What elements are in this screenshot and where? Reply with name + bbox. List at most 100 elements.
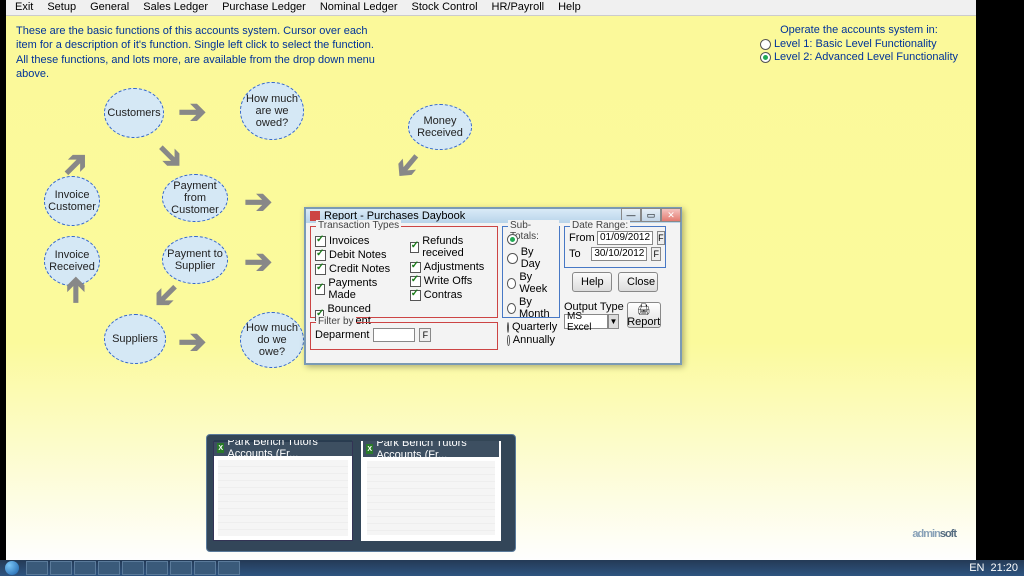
report-dialog: Report - Purchases Daybook — ▭ ✕ Transac… [304, 207, 682, 365]
maximize-button[interactable]: ▭ [641, 208, 661, 222]
from-date-input[interactable]: 01/09/2012 [597, 231, 653, 245]
chk-debit-notes[interactable]: Debit Notes [315, 249, 402, 261]
clock[interactable]: 21:20 [990, 562, 1018, 574]
radio-icon [507, 335, 510, 346]
chk-contras[interactable]: Contras [410, 289, 493, 301]
bubble-payment-to-supplier[interactable]: Payment to Supplier [162, 236, 228, 284]
taskbar-item[interactable] [50, 561, 72, 575]
arrow-icon: ➔ [55, 276, 95, 305]
menu-sales-ledger[interactable]: Sales Ledger [136, 0, 215, 15]
department-label: Deparment [315, 329, 369, 341]
dropdown-icon[interactable]: ▼ [608, 314, 619, 329]
chk-credit-notes[interactable]: Credit Notes [315, 263, 402, 275]
canvas: These are the basic functions of this ac… [6, 16, 976, 560]
taskbar-item[interactable] [26, 561, 48, 575]
chk-adjustments[interactable]: Adjustments [410, 261, 493, 273]
taskbar-item[interactable] [194, 561, 216, 575]
output-type-select[interactable]: MS Excel [564, 314, 608, 329]
chk-write-offs[interactable]: Write Offs [410, 275, 493, 287]
bubble-how-owe[interactable]: How much do we owe? [240, 312, 304, 368]
department-field[interactable] [373, 328, 415, 342]
checkbox-icon [315, 250, 326, 261]
menu-purchase-ledger[interactable]: Purchase Ledger [215, 0, 313, 15]
level-2-label: Level 2: Advanced Level Functionality [774, 51, 958, 63]
taskbar: EN 21:20 [0, 560, 1024, 576]
checkbox-icon [410, 242, 419, 253]
preview-window-b[interactable]: XPark Bench Tutors Accounts (Fr... [361, 441, 501, 541]
department-lookup-button[interactable]: F [419, 328, 431, 342]
bubble-how-owed[interactable]: How much are we owed? [240, 82, 304, 140]
bubble-customers[interactable]: Customers [104, 88, 164, 138]
arrow-icon: ➔ [178, 92, 207, 132]
bubble-suppliers[interactable]: Suppliers [104, 314, 166, 364]
fieldset-legend: Date Range: [570, 220, 630, 231]
bubble-invoice-customer[interactable]: Invoice Customer [44, 176, 100, 226]
level-1-label: Level 1: Basic Level Functionality [774, 38, 937, 50]
start-button[interactable] [0, 560, 24, 576]
windows-icon [5, 561, 19, 575]
level-1-row[interactable]: Level 1: Basic Level Functionality [760, 38, 958, 50]
rad-by-month[interactable]: By Month [507, 296, 555, 320]
menu-setup[interactable]: Setup [40, 0, 83, 15]
rad-quarterly[interactable]: Quarterly [507, 321, 555, 333]
report-button[interactable]: 🖨 Report [627, 302, 661, 328]
chk-invoices[interactable]: Invoices [315, 235, 402, 247]
menu-hr-payroll[interactable]: HR/Payroll [485, 0, 552, 15]
taskbar-item[interactable] [170, 561, 192, 575]
close-button[interactable]: ✕ [661, 208, 681, 222]
spreadsheet-thumbnail [367, 461, 495, 535]
menu-exit[interactable]: Exit [8, 0, 40, 15]
radio-icon [760, 52, 771, 63]
chk-payments-made[interactable]: Payments Made [315, 277, 402, 301]
level-select: Operate the accounts system in: Level 1:… [760, 24, 958, 63]
close-dialog-button[interactable]: Close [618, 272, 658, 292]
taskbar-item[interactable] [74, 561, 96, 575]
arrow-icon: ➔ [178, 322, 207, 362]
intro-text: These are the basic functions of this ac… [16, 24, 376, 81]
language-indicator[interactable]: EN [969, 562, 984, 574]
preview-window-a[interactable]: XPark Bench Tutors Accounts (Fr... [213, 441, 353, 541]
rad-by-day[interactable]: By Day [507, 246, 555, 270]
filter-by-fieldset: Filter by Deparment F [310, 322, 498, 350]
menu-help[interactable]: Help [551, 0, 588, 15]
excel-icon: X [366, 444, 373, 454]
to-date-picker-button[interactable]: F [651, 247, 661, 261]
radio-icon [507, 253, 518, 264]
checkbox-icon [315, 264, 326, 275]
to-label: To [569, 248, 587, 260]
taskbar-item[interactable] [146, 561, 168, 575]
date-range-fieldset: Date Range: From 01/09/2012 F To 30/10/2… [564, 226, 666, 268]
spreadsheet-thumbnail [218, 460, 348, 536]
fieldset-legend: Transaction Types [316, 220, 401, 231]
checkbox-icon [410, 276, 421, 287]
to-date-input[interactable]: 30/10/2012 [591, 247, 647, 261]
menu-general[interactable]: General [83, 0, 136, 15]
help-button[interactable]: Help [572, 272, 612, 292]
bubble-money-received[interactable]: Money Received [408, 104, 472, 150]
rad-by-week[interactable]: By Week [507, 271, 555, 295]
menu-bar: Exit Setup General Sales Ledger Purchase… [6, 0, 976, 16]
radio-icon [760, 39, 771, 50]
taskbar-item[interactable] [218, 561, 240, 575]
from-date-picker-button[interactable]: F [657, 231, 665, 245]
taskbar-item[interactable] [122, 561, 144, 575]
rad-annually[interactable]: Annually [507, 334, 555, 346]
menu-nominal-ledger[interactable]: Nominal Ledger [313, 0, 405, 15]
level-2-row[interactable]: Level 2: Advanced Level Functionality [760, 51, 958, 63]
subtotals-fieldset: Sub-Totals: None By Day By Week By Month… [502, 226, 560, 318]
fieldset-legend: Filter by [316, 316, 356, 327]
app-window: Exit Setup General Sales Ledger Purchase… [6, 0, 976, 560]
bubble-payment-from-customer[interactable]: Payment from Customer [162, 174, 228, 222]
taskbar-preview-popup: XPark Bench Tutors Accounts (Fr... XPark… [206, 434, 516, 552]
radio-icon [507, 303, 516, 314]
radio-icon [507, 322, 509, 333]
transaction-types-fieldset: Transaction Types Invoices Debit Notes C… [310, 226, 498, 318]
chk-refunds-received[interactable]: Refunds received [410, 235, 493, 259]
arrow-icon: ➔ [146, 132, 194, 180]
checkbox-icon [315, 284, 325, 295]
arrow-icon: ➔ [244, 242, 273, 282]
radio-icon [507, 278, 516, 289]
menu-stock-control[interactable]: Stock Control [405, 0, 485, 15]
arrow-icon: ➔ [244, 182, 273, 222]
taskbar-item[interactable] [98, 561, 120, 575]
